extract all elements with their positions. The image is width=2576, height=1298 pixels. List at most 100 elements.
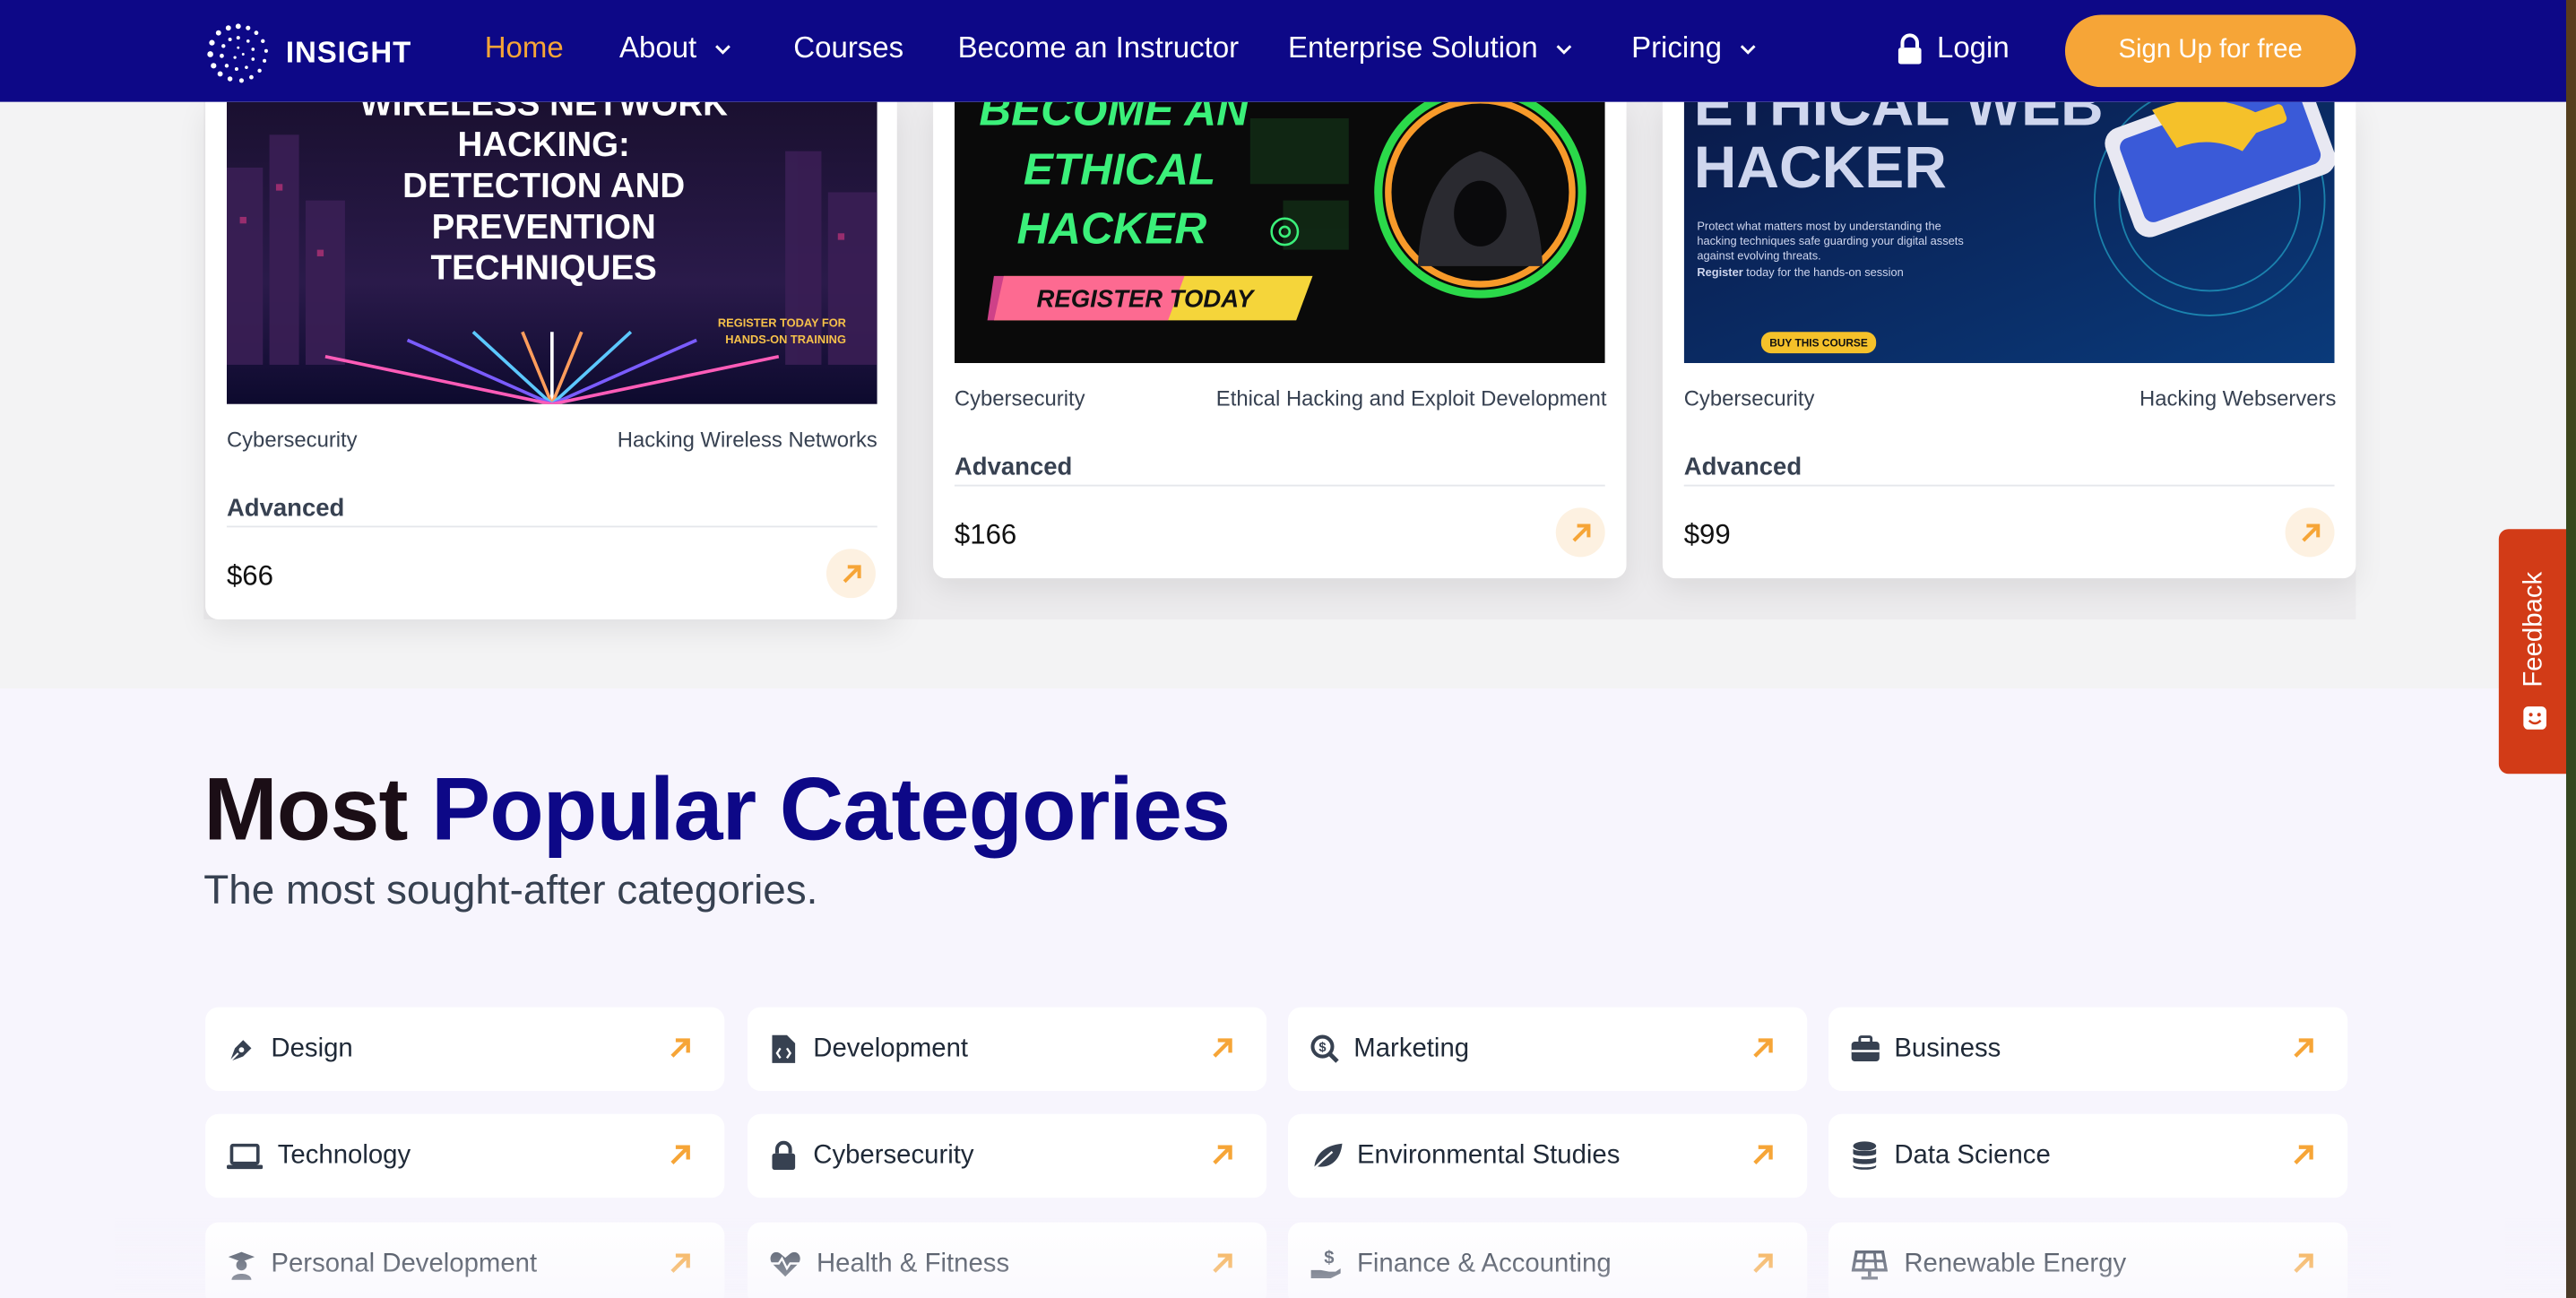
course-price: $166 bbox=[954, 519, 1017, 551]
divider bbox=[954, 484, 1605, 487]
course-image: ETHICAL WEB HACKER Protect what matters … bbox=[1683, 101, 2335, 364]
nav-home[interactable]: Home bbox=[485, 31, 564, 65]
chevron-down-icon bbox=[1740, 44, 1756, 54]
arrow-up-right-icon bbox=[842, 564, 860, 583]
course-topic: Ethical Hacking and Exploit Development bbox=[1215, 385, 1607, 411]
lock-icon bbox=[1897, 32, 1922, 64]
course-card-ethical-hacker[interactable]: BECOME AN ETHICAL HACKER REGISTER TODAY … bbox=[933, 101, 1627, 579]
banner-register-bold: Register bbox=[1697, 265, 1742, 279]
course-image: BECOME AN ETHICAL HACKER REGISTER TODAY bbox=[954, 101, 1605, 364]
category-data-science[interactable]: Data Science bbox=[1828, 1113, 2348, 1198]
login-label: Login bbox=[1936, 30, 2010, 65]
chevron-down-icon bbox=[715, 44, 730, 54]
category-label: Development bbox=[813, 1034, 969, 1062]
category-personal-development[interactable]: Personal Development bbox=[205, 1222, 725, 1298]
divider bbox=[1683, 484, 2335, 487]
arrow-up-right-icon bbox=[1753, 1038, 1773, 1058]
nav-courses-label: Courses bbox=[793, 30, 904, 65]
arrow-up-right-icon bbox=[670, 1038, 690, 1058]
open-course-button[interactable] bbox=[2285, 507, 2335, 558]
svg-text:$: $ bbox=[1323, 1249, 1333, 1268]
category-renewable-energy[interactable]: Renewable Energy bbox=[1828, 1222, 2348, 1298]
course-card-ethical-web-hacker[interactable]: ETHICAL WEB HACKER Protect what matters … bbox=[1662, 101, 2356, 579]
course-topic: Hacking Wireless Networks bbox=[617, 427, 877, 453]
arrow-up-right-icon bbox=[1753, 1253, 1773, 1273]
category-label: Technology bbox=[277, 1140, 411, 1170]
banner-body-3: against evolving threats. bbox=[1697, 249, 1820, 263]
category-label: Data Science bbox=[1894, 1140, 2051, 1170]
course-level: Advanced bbox=[954, 453, 1073, 482]
category-cybersecurity[interactable]: Cybersecurity bbox=[747, 1113, 1267, 1198]
category-label: Environmental Studies bbox=[1356, 1140, 1621, 1170]
feedback-label: Feedback bbox=[2520, 572, 2548, 688]
heartbeat-icon bbox=[767, 1248, 803, 1281]
category-finance-accounting[interactable]: $ Finance & Accounting bbox=[1287, 1222, 1808, 1298]
arrow-up-right-icon bbox=[1571, 523, 1590, 541]
course-category: Cybersecurity bbox=[1683, 385, 1815, 411]
categories-subtitle: The most sought-after categories. bbox=[203, 867, 818, 914]
banner-line-2: ETHICAL bbox=[1024, 144, 1215, 194]
category-label: Health & Fitness bbox=[816, 1249, 1010, 1278]
briefcase-icon bbox=[1848, 1033, 1881, 1066]
banner-line-2: HACKER bbox=[1694, 134, 1947, 200]
svg-text:$: $ bbox=[1318, 1041, 1325, 1055]
course-topic: Hacking Webservers bbox=[2139, 385, 2337, 411]
arrow-up-right-icon bbox=[2294, 1038, 2313, 1058]
course-price: $99 bbox=[1683, 519, 1731, 551]
nav-home-label: Home bbox=[484, 30, 564, 65]
category-technology[interactable]: Technology bbox=[205, 1113, 725, 1198]
category-label: Business bbox=[1894, 1034, 2001, 1062]
search-dollar-icon: $ bbox=[1308, 1033, 1341, 1066]
arrow-up-right-icon bbox=[2294, 1253, 2313, 1273]
brand-logo-link[interactable]: INSIGHT bbox=[203, 20, 411, 85]
nav-about[interactable]: About bbox=[619, 31, 733, 65]
category-business[interactable]: Business bbox=[1828, 1007, 2348, 1092]
banner-register-rest: today for the hands-on session bbox=[1743, 265, 1904, 279]
chevron-down-icon bbox=[1556, 44, 1572, 54]
nav-enterprise-solution[interactable]: Enterprise Solution bbox=[1288, 31, 1574, 65]
category-label: Finance & Accounting bbox=[1356, 1249, 1612, 1278]
course-category: Cybersecurity bbox=[954, 385, 1085, 411]
nav-become-instructor[interactable]: Become an Instructor bbox=[958, 31, 1240, 65]
ethical-web-hacker-banner: ETHICAL WEB HACKER Protect what matters … bbox=[1683, 101, 2335, 364]
insight-logo-icon bbox=[207, 23, 268, 83]
categories-heading: Most Popular Categories bbox=[203, 759, 1231, 861]
feedback-smiley-icon bbox=[2523, 705, 2546, 730]
banner-line-1: BECOME AN bbox=[979, 102, 1249, 135]
banner-cta-2: HANDS-ON TRAINING bbox=[725, 333, 846, 346]
pen-nib-icon bbox=[225, 1033, 258, 1066]
nav-pricing[interactable]: Pricing bbox=[1631, 31, 1758, 65]
svg-text:Register today for the hands-o: Register today for the hands-on session bbox=[1697, 265, 1903, 279]
nav-enterprise-solution-label: Enterprise Solution bbox=[1287, 30, 1538, 65]
nav-become-instructor-label: Become an Instructor bbox=[957, 30, 1240, 65]
category-development[interactable]: Development bbox=[747, 1007, 1267, 1092]
graduate-icon bbox=[225, 1248, 258, 1281]
category-label: Renewable Energy bbox=[1904, 1249, 2127, 1278]
leaf-icon bbox=[1308, 1139, 1344, 1173]
open-course-button[interactable] bbox=[826, 549, 876, 599]
category-environmental-studies[interactable]: Environmental Studies bbox=[1287, 1113, 1808, 1198]
category-design[interactable]: Design bbox=[205, 1007, 725, 1092]
arrow-up-right-icon bbox=[1213, 1145, 1232, 1164]
nav-courses[interactable]: Courses bbox=[793, 31, 903, 65]
nav-about-label: About bbox=[619, 30, 697, 65]
course-level: Advanced bbox=[226, 494, 345, 523]
sign-up-button[interactable]: Sign Up for free bbox=[2064, 14, 2356, 88]
arrow-up-right-icon bbox=[670, 1145, 690, 1164]
top-navbar: INSIGHT Home About Courses Become an Ins… bbox=[0, 0, 2566, 102]
banner-line-1: WIRELESS NETWORK bbox=[359, 102, 728, 124]
login-link[interactable]: Login bbox=[1896, 31, 2010, 65]
lock-icon bbox=[767, 1139, 800, 1173]
banner-line-5: TECHNIQUES bbox=[431, 249, 657, 288]
course-card-wireless-hacking[interactable]: WIRELESS NETWORK HACKING: DETECTION AND … bbox=[205, 101, 897, 620]
file-code-icon bbox=[767, 1033, 800, 1066]
banner-line-1: ETHICAL WEB bbox=[1694, 102, 2104, 138]
category-health-fitness[interactable]: Health & Fitness bbox=[747, 1222, 1267, 1298]
open-course-button[interactable] bbox=[1555, 507, 1605, 558]
feedback-tab[interactable]: Feedback bbox=[2498, 529, 2572, 774]
category-marketing[interactable]: $ Marketing bbox=[1287, 1007, 1808, 1092]
arrow-up-right-icon bbox=[1753, 1145, 1773, 1164]
category-label: Cybersecurity bbox=[813, 1140, 974, 1170]
course-category: Cybersecurity bbox=[226, 427, 358, 453]
category-label: Design bbox=[271, 1034, 353, 1062]
